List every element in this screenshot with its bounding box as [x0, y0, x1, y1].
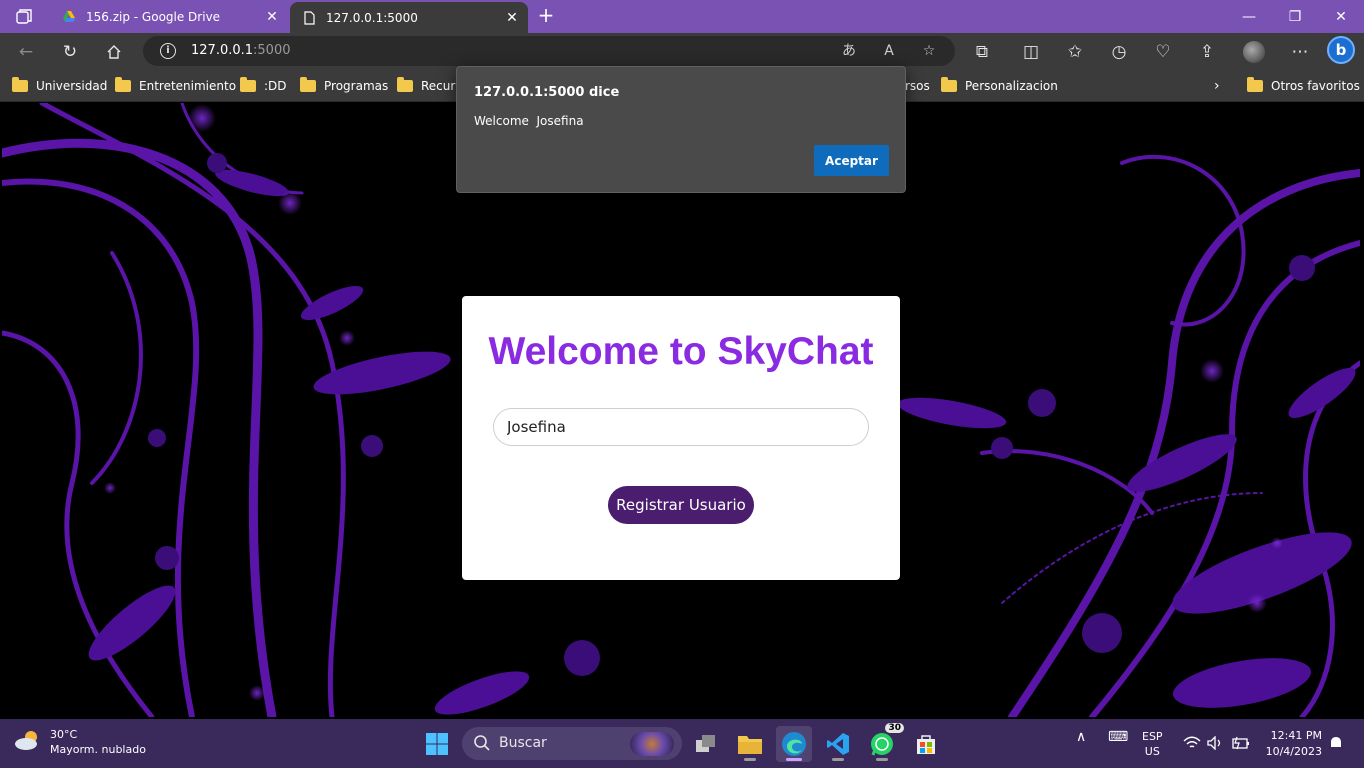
- close-window-button[interactable]: ✕: [1318, 0, 1364, 33]
- search-icon: [473, 734, 491, 752]
- search-highlight-image: [630, 732, 674, 756]
- alert-dialog: 127.0.0.1:5000 dice Welcome Josefina Ace…: [456, 66, 906, 193]
- close-tab-icon[interactable]: ✕: [502, 10, 522, 26]
- whatsapp-icon: [871, 733, 893, 756]
- folder-icon: [738, 736, 762, 754]
- task-view-button[interactable]: [688, 726, 724, 762]
- extensions-icon[interactable]: ⧉: [968, 38, 996, 66]
- folder-icon: [397, 77, 413, 92]
- accept-button[interactable]: Aceptar: [814, 145, 889, 176]
- read-aloud-icon[interactable]: A: [879, 41, 899, 61]
- performance-icon[interactable]: ♡: [1149, 38, 1177, 66]
- username-input[interactable]: [493, 408, 869, 446]
- folder-icon: [115, 77, 131, 92]
- google-drive-icon: [62, 10, 76, 24]
- dialog-message: Welcome Josefina: [474, 114, 584, 128]
- folder-icon: [12, 77, 28, 92]
- page-icon: [302, 10, 316, 25]
- edge-button[interactable]: [776, 726, 812, 762]
- folder-icon: [1247, 77, 1263, 92]
- star-icon[interactable]: ☆: [919, 41, 939, 61]
- folder-icon: [300, 77, 316, 92]
- keyboard-icon[interactable]: ⌨: [1108, 729, 1128, 745]
- home-icon[interactable]: [100, 38, 128, 66]
- windows-logo-icon: [426, 733, 448, 755]
- page-title: Welcome to SkyChat: [488, 330, 874, 373]
- notification-badge: 30: [885, 723, 904, 733]
- bookmark-folder-personalizacion[interactable]: Personalizacion: [941, 77, 1058, 94]
- language-indicator[interactable]: ESP US: [1142, 729, 1163, 759]
- weather-temperature: 30°C: [50, 728, 78, 741]
- bookmark-folder-partial[interactable]: rsos: [905, 78, 930, 94]
- site-info-icon[interactable]: i: [160, 43, 176, 59]
- bookmark-folder-otros-favoritos[interactable]: Otros favoritos: [1247, 77, 1360, 94]
- bing-copilot-icon[interactable]: b: [1327, 36, 1355, 64]
- bookmark-folder-universidad[interactable]: Universidad: [12, 77, 107, 94]
- browser-tab-bar: 156.zip - Google Drive ✕ 127.0.0.1:5000 …: [0, 0, 1364, 33]
- restore-button[interactable]: ❐: [1272, 0, 1318, 33]
- vscode-icon: [827, 733, 849, 755]
- welcome-card: Welcome to SkyChat Registrar Usuario: [462, 296, 900, 580]
- system-clock[interactable]: 12:41 PM 10/4/2023: [1266, 728, 1322, 760]
- bookmark-folder-dd[interactable]: :DD: [240, 77, 287, 94]
- address-bar[interactable]: i 127.0.0.1:5000 あ A ☆: [143, 36, 955, 66]
- back-arrow-icon[interactable]: ←: [12, 38, 40, 66]
- battery-icon[interactable]: [1231, 736, 1251, 753]
- cloud-sun-icon: [14, 729, 42, 755]
- taskbar-search[interactable]: Buscar: [462, 727, 682, 760]
- tab-localhost[interactable]: 127.0.0.1:5000 ✕: [290, 2, 528, 33]
- refresh-icon[interactable]: ↻: [56, 38, 84, 66]
- task-view-icon: [696, 735, 715, 752]
- chevron-right-icon[interactable]: ›: [1214, 78, 1220, 94]
- translate-icon[interactable]: あ: [839, 41, 859, 61]
- page-viewport: Welcome to SkyChat Registrar Usuario: [2, 103, 1360, 717]
- browser-toolbar: ← ↻ i 127.0.0.1:5000 あ A ☆ ⧉ ◫ ✩ ◷ ♡ ⇪ ⋯…: [0, 33, 1364, 70]
- new-tab-button[interactable]: +: [535, 4, 557, 26]
- bookmark-folder-entretenimiento[interactable]: Entretenimiento: [115, 77, 236, 94]
- volume-icon[interactable]: [1207, 735, 1223, 753]
- chevron-up-icon[interactable]: ∧: [1076, 729, 1086, 745]
- tab-google-drive[interactable]: 156.zip - Google Drive ✕: [50, 0, 288, 33]
- workspaces-icon[interactable]: [14, 7, 34, 27]
- share-icon[interactable]: ⇪: [1193, 38, 1221, 66]
- whatsapp-button[interactable]: 30: [864, 723, 904, 762]
- url-text[interactable]: 127.0.0.1:5000: [191, 43, 291, 58]
- favorites-icon[interactable]: ✩: [1061, 38, 1089, 66]
- tab-title: 156.zip - Google Drive: [86, 9, 221, 24]
- search-placeholder: Buscar: [499, 735, 547, 751]
- notification-bell-icon[interactable]: [1328, 735, 1344, 754]
- start-button[interactable]: [419, 726, 455, 762]
- avatar[interactable]: [1240, 38, 1268, 66]
- history-icon[interactable]: ◷: [1105, 38, 1133, 66]
- microsoft-store-button[interactable]: [908, 726, 944, 762]
- close-tab-icon[interactable]: ✕: [262, 9, 282, 25]
- split-screen-icon[interactable]: ◫: [1017, 38, 1045, 66]
- file-explorer-button[interactable]: [732, 726, 768, 762]
- windows-taskbar: 30°C Mayorm. nublado Buscar 30 ∧ ⌨ ESP U…: [0, 719, 1364, 768]
- more-menu-icon[interactable]: ⋯: [1286, 38, 1314, 66]
- wifi-icon[interactable]: [1183, 736, 1201, 753]
- edge-icon: [782, 732, 806, 756]
- store-icon: [917, 735, 935, 754]
- weather-widget[interactable]: 30°C Mayorm. nublado: [14, 727, 146, 757]
- minimize-button[interactable]: —: [1226, 0, 1272, 33]
- folder-icon: [941, 77, 957, 92]
- bookmark-folder-recursos[interactable]: Recurs: [397, 77, 462, 94]
- bookmark-folder-programas[interactable]: Programas: [300, 77, 388, 94]
- folder-icon: [240, 77, 256, 92]
- tab-title: 127.0.0.1:5000: [326, 10, 418, 25]
- vscode-button[interactable]: [820, 726, 856, 762]
- register-user-button[interactable]: Registrar Usuario: [608, 486, 754, 524]
- dialog-title: 127.0.0.1:5000 dice: [474, 85, 620, 100]
- weather-description: Mayorm. nublado: [50, 743, 146, 756]
